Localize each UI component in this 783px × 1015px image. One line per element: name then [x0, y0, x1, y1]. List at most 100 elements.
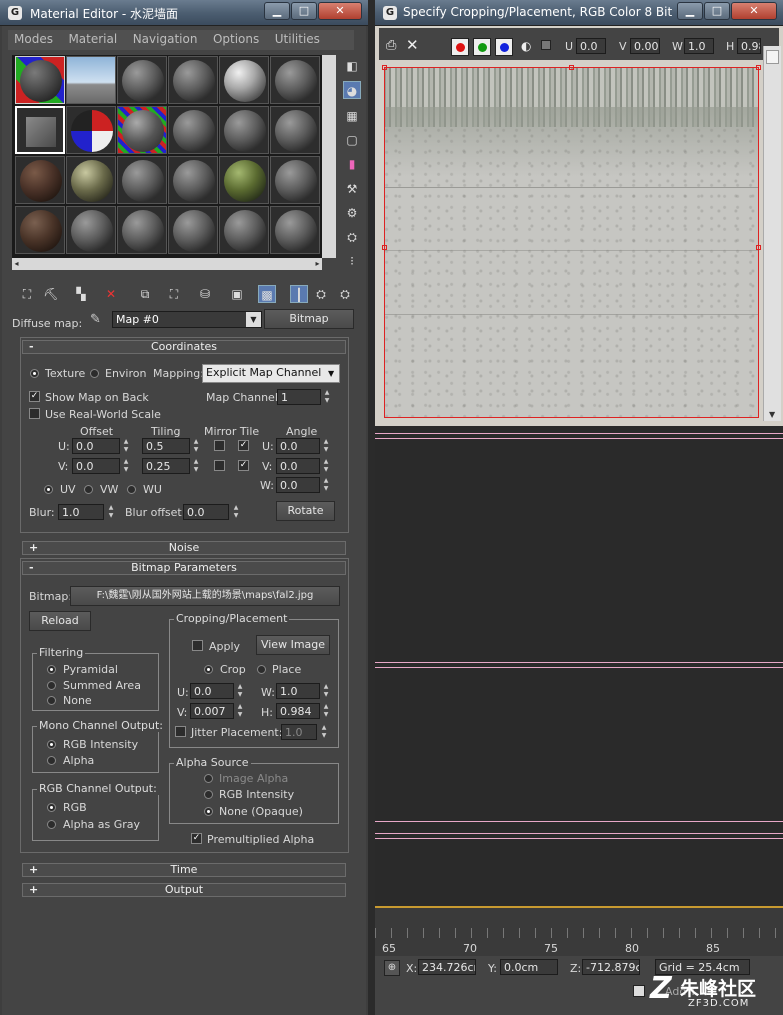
crop-handle-right-middle[interactable] — [756, 245, 761, 250]
apply-checkbox[interactable] — [192, 640, 203, 651]
angle-u-spinner[interactable]: ▲ ▼ — [321, 438, 331, 454]
sample-slot[interactable] — [117, 106, 167, 154]
crop-w-field[interactable]: 1.0 — [276, 683, 320, 699]
select-by-material-icon[interactable]: ⛭ — [343, 228, 361, 246]
offset-v-spinner[interactable]: ▲ ▼ — [121, 458, 131, 474]
jitter-placement-spinner[interactable]: ▲ ▼ — [319, 724, 329, 740]
sample-slot[interactable] — [66, 56, 116, 104]
sample-slot[interactable] — [168, 106, 218, 154]
pyramidal-radio[interactable] — [47, 665, 56, 674]
right-u-field[interactable]: 0.0 — [576, 38, 606, 54]
material-editor-titlebar[interactable]: G Material Editor - 水泥墙面 ▁ □ ✕ — [0, 0, 368, 26]
use-real-world-scale-checkbox[interactable] — [29, 408, 40, 419]
crop-vertical-scrollbar[interactable]: ▼ — [763, 46, 781, 421]
sample-slot-selected[interactable] — [15, 106, 65, 154]
options-icon[interactable]: ⚙ — [343, 204, 361, 222]
backlight-icon[interactable]: ◕ — [343, 81, 361, 99]
premultiplied-alpha-checkbox[interactable]: ✓ — [191, 833, 202, 844]
blur-offset-field[interactable]: 0.0 — [183, 504, 229, 520]
coordinates-rollout-header[interactable]: - Coordinates — [22, 340, 346, 354]
menu-material[interactable]: Material — [62, 30, 123, 46]
sample-slot[interactable] — [117, 206, 167, 254]
sample-slot[interactable] — [219, 156, 269, 204]
vw-radio[interactable] — [84, 485, 93, 494]
map-channel-field[interactable]: 1 — [277, 389, 321, 405]
crop-close-button[interactable]: ✕ — [731, 2, 777, 20]
tiling-v-field[interactable]: 0.25 — [142, 458, 190, 474]
jitter-placement-field[interactable]: 1.0 — [281, 724, 317, 740]
cropping-window-titlebar[interactable]: G Specify Cropping/Placement, RGB Color … — [375, 0, 783, 26]
right-h-field[interactable]: 0.98 — [737, 38, 761, 54]
view-image-button[interactable]: View Image — [256, 635, 330, 655]
crop-v-spinner[interactable]: ▲ ▼ — [235, 703, 245, 719]
mapping-dropdown-arrow-icon[interactable]: ▼ — [328, 369, 334, 378]
sample-slot[interactable] — [168, 206, 218, 254]
map-type-button[interactable]: Bitmap — [264, 309, 354, 329]
uv-radio[interactable] — [44, 485, 53, 494]
crop-handle-top-middle[interactable] — [569, 65, 574, 70]
sample-slot[interactable] — [168, 156, 218, 204]
crop-minimize-button[interactable]: ▁ — [677, 2, 703, 20]
bitmap-path-button[interactable]: F:\魏霆\刚从国外网站上载的场景\maps\fal2.jpg — [70, 586, 340, 606]
tile-v-checkbox[interactable]: ✓ — [238, 460, 249, 471]
y-coordinate-field[interactable]: 0.0cm — [500, 959, 558, 975]
alpha-as-gray-radio[interactable] — [47, 820, 56, 829]
make-preview-icon[interactable]: ⚒ — [343, 180, 361, 198]
jitter-placement-checkbox[interactable] — [175, 726, 186, 737]
go-forward-to-sibling-icon[interactable]: ⛭ — [336, 285, 354, 303]
mono-channel-icon[interactable]: ◐ — [521, 39, 531, 53]
tiling-u-spinner[interactable]: ▲ ▼ — [191, 438, 201, 454]
right-v-field[interactable]: 0.00 — [630, 38, 660, 54]
environ-radio[interactable] — [90, 369, 99, 378]
image-alpha-radio[interactable] — [204, 774, 213, 783]
material-id-channel-icon[interactable]: ▣ — [228, 285, 246, 303]
angle-w-spinner[interactable]: ▲ ▼ — [321, 477, 331, 493]
sample-slot[interactable] — [168, 56, 218, 104]
mapping-dropdown[interactable]: Explicit Map Channel — [202, 364, 340, 383]
sample-slot[interactable] — [15, 206, 65, 254]
slots-vertical-scrollbar[interactable] — [322, 55, 336, 258]
red-channel-button[interactable] — [451, 38, 469, 56]
crop-radio[interactable] — [204, 665, 213, 674]
alpha-channel-icon[interactable] — [541, 40, 551, 50]
clear-icon[interactable]: ✕ — [406, 36, 419, 54]
background-icon[interactable]: ▦ — [343, 107, 361, 125]
sample-type-icon[interactable]: ◧ — [343, 57, 361, 75]
angle-v-spinner[interactable]: ▲ ▼ — [321, 458, 331, 474]
get-material-icon[interactable]: ⛶ — [18, 285, 36, 303]
map-name-field[interactable]: Map #0 — [112, 311, 262, 328]
summed-area-radio[interactable] — [47, 681, 56, 690]
angle-v-field[interactable]: 0.0 — [276, 458, 320, 474]
sample-slot[interactable] — [117, 56, 167, 104]
reset-map-icon[interactable]: ✕ — [102, 285, 120, 303]
map-name-dropdown-icon[interactable]: ▼ — [246, 312, 261, 327]
timeline[interactable]: 65 70 75 80 85 — [375, 906, 783, 956]
absolute-mode-icon[interactable]: ⊕ — [384, 960, 400, 976]
crop-h-field[interactable]: 0.984 — [276, 703, 320, 719]
show-map-in-viewport-icon[interactable]: ▩ — [258, 285, 276, 303]
rotate-button[interactable]: Rotate — [276, 501, 335, 521]
key-filter-icon[interactable] — [633, 985, 645, 997]
rgb-radio[interactable] — [47, 803, 56, 812]
minimize-button[interactable]: ▁ — [264, 2, 290, 20]
blur-offset-spinner[interactable]: ▲ ▼ — [231, 504, 241, 520]
mirror-v-checkbox[interactable] — [214, 460, 225, 471]
make-unique-icon[interactable]: ⛶ — [165, 285, 183, 303]
tiling-u-field[interactable]: 0.5 — [142, 438, 190, 454]
blue-channel-button[interactable] — [495, 38, 513, 56]
crop-handle-top-left[interactable] — [382, 65, 387, 70]
mono-alpha-radio[interactable] — [47, 756, 56, 765]
none-opaque-radio[interactable] — [204, 807, 213, 816]
sample-slot[interactable] — [270, 106, 320, 154]
material-map-navigator-icon[interactable]: ⁝ — [343, 252, 361, 270]
mono-rgb-intensity-radio[interactable] — [47, 740, 56, 749]
tiling-v-spinner[interactable]: ▲ ▼ — [191, 458, 201, 474]
sample-slot[interactable] — [219, 56, 269, 104]
tile-u-checkbox[interactable]: ✓ — [238, 440, 249, 451]
eyedropper-icon[interactable]: ✎ — [90, 312, 101, 327]
crop-handle-top-right[interactable] — [756, 65, 761, 70]
alpha-rgb-intensity-radio[interactable] — [204, 790, 213, 799]
crop-v-field[interactable]: 0.007 — [190, 703, 234, 719]
sample-slot[interactable] — [15, 156, 65, 204]
show-map-on-back-checkbox[interactable]: ✓ — [29, 391, 40, 402]
